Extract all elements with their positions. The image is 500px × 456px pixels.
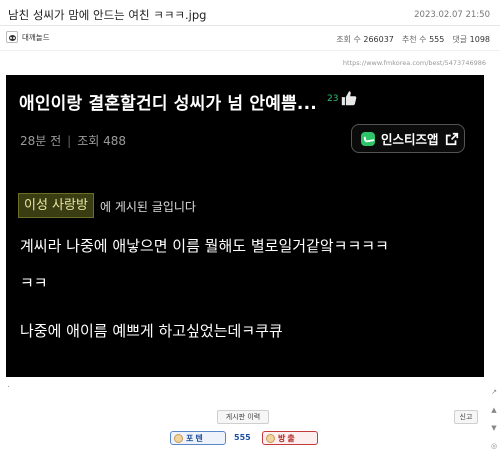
- thumbs-up-icon: [341, 91, 357, 106]
- post-title: 남친 성씨가 맘에 안드는 여친 ㅋㅋㅋ.jpg: [8, 8, 207, 22]
- embedded-screenshot: 애인이랑 결혼할건디 성씨가 넘 안예쁨... 23 28분 전 | 조회 488 …: [6, 75, 484, 377]
- screenshot-body-line-3: 나중에 애이름 예쁘게 하고싶었는데ㅋ쿠큐: [20, 322, 283, 340]
- post-stats: 조회 수 266037 추천 수 555 댓글 1098: [336, 34, 490, 45]
- chevron-up-icon[interactable]: ▲: [488, 401, 500, 419]
- external-link-icon: [445, 132, 458, 145]
- comments-label: 댓글: [452, 35, 468, 44]
- board-suffix: 에 게시된 글입니다: [100, 200, 196, 214]
- side-toolbar: ↗ ▲ ▼ ◎: [488, 383, 500, 455]
- chevron-down-icon[interactable]: ▼: [488, 419, 500, 437]
- header-divider: [0, 25, 500, 26]
- board-tag[interactable]: 이성 사랑방: [18, 193, 94, 218]
- screenshot-meta: 28분 전 | 조회 488: [20, 134, 127, 148]
- screenshot-body-line-1: 계씨라 나중에 애낳으면 이름 뭘해도 별로일거같앜ㅋㅋㅋㅋ: [20, 237, 389, 255]
- screenshot-title: 애인이랑 결혼할건디 성씨가 넘 안예쁨...: [19, 94, 317, 114]
- body-dot: .: [7, 380, 10, 390]
- zoom-icon[interactable]: ◎: [488, 437, 500, 455]
- share-icon[interactable]: ↗: [488, 383, 500, 401]
- views-stat: 조회 수 266037: [336, 34, 394, 45]
- upvote-button[interactable]: 포텐: [170, 431, 226, 445]
- recommend-count: 555: [429, 35, 445, 44]
- app-button-label: 인스티즈앱: [381, 132, 439, 147]
- post-date: 2023.02.07 21:50: [414, 10, 490, 20]
- instiz-logo-icon: [361, 131, 375, 146]
- downvote-button[interactable]: 방출: [262, 431, 318, 445]
- meta-divider: [0, 50, 500, 51]
- recommend-stat: 추천 수 555: [402, 34, 444, 45]
- report-button[interactable]: 신고: [454, 410, 478, 424]
- author-info[interactable]: 대깨놀드: [6, 31, 50, 43]
- comments-count: 1098: [469, 35, 490, 44]
- upvote-label: 포텐: [186, 433, 205, 443]
- downvote-label: 방출: [278, 433, 297, 443]
- screenshot-body-line-2: ㅋㅋ: [20, 274, 48, 292]
- comments-stat[interactable]: 댓글 1098: [452, 34, 490, 45]
- screenshot-like-count: 23: [327, 94, 339, 104]
- source-url-link[interactable]: https://www.fmkorea.com/best/5473746986: [343, 59, 486, 67]
- board-history-button[interactable]: 게시판 이력: [217, 410, 269, 424]
- recommend-label: 추천 수: [401, 35, 427, 44]
- upvote-face-icon: [174, 433, 183, 443]
- instiz-app-button[interactable]: 인스티즈앱: [351, 124, 465, 153]
- author-name[interactable]: 대깨놀드: [22, 32, 50, 43]
- panda-avatar-icon: [6, 31, 18, 43]
- screenshot-views: 조회 488: [77, 134, 127, 148]
- views-label: 조회 수: [336, 35, 361, 44]
- vote-count: 555: [234, 433, 251, 442]
- views-count: 266037: [363, 35, 394, 44]
- screenshot-time: 28분 전: [20, 134, 62, 148]
- downvote-face-icon: [266, 433, 275, 443]
